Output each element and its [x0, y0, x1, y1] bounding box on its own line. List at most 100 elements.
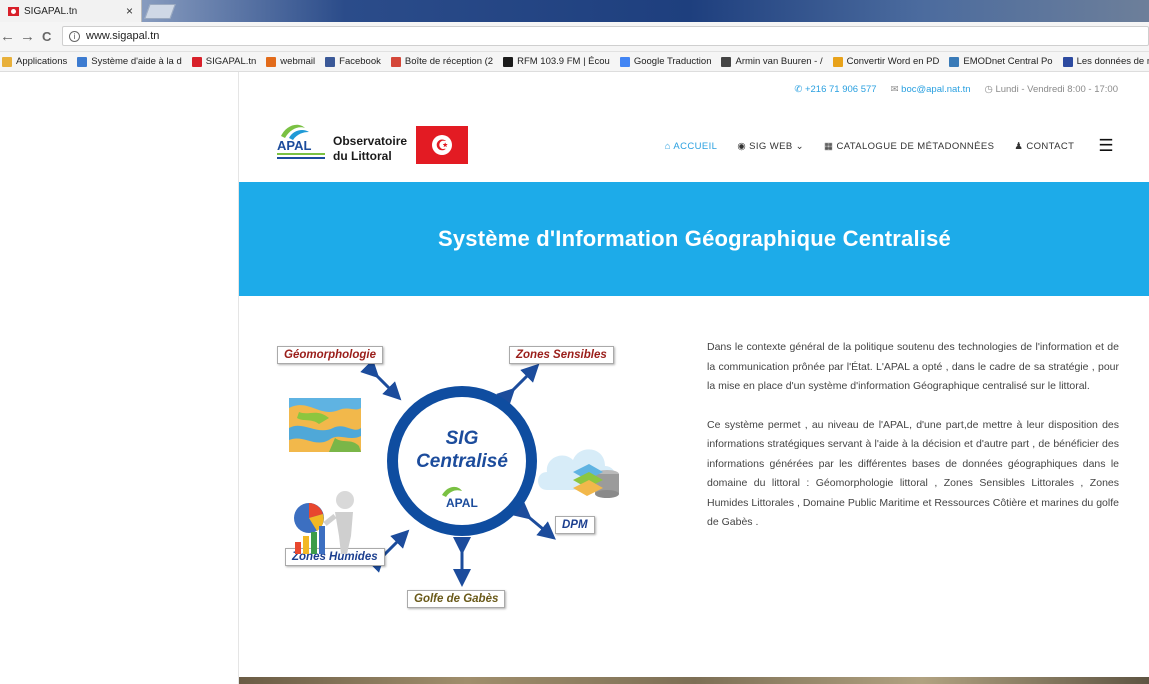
sig-center-line2: Centralisé [416, 451, 508, 472]
mail-icon: ✉ [890, 83, 899, 95]
apal-ring-logo-text: APAL [446, 496, 478, 510]
apal-logo-text: APAL [277, 138, 311, 153]
address-bar[interactable]: i www.sigapal.tn [62, 26, 1149, 46]
bookmark-favicon-icon [832, 56, 843, 67]
opening-hours: Lundi - Vendredi 8:00 - 17:00 [995, 83, 1118, 95]
label-dpm: DPM [555, 516, 595, 534]
bookmark-label: Facebook [339, 56, 381, 67]
intro-text: Dans le contexte général de la politique… [707, 338, 1119, 552]
nav-home[interactable]: ⌂ ACCUEIL [665, 141, 718, 152]
website: ✆ +216 71 906 577 ✉ boc@apal.nat.tn ◷ Lu… [238, 72, 1149, 684]
chart-person-icon [294, 491, 354, 554]
arrow-dpm [512, 501, 556, 540]
address-toolbar: ← → C i www.sigapal.tn [0, 22, 1149, 52]
bookmark-item[interactable]: Système d'aide à la d [77, 56, 182, 67]
label-zones-sensibles: Zones Sensibles [509, 346, 614, 364]
bookmark-label: RFM 103.9 FM | Écou [517, 56, 610, 67]
bookmark-label: Système d'aide à la d [91, 56, 182, 67]
bookmark-item[interactable]: Boîte de réception (2 [390, 56, 494, 67]
bookmark-favicon-icon [619, 56, 630, 67]
tab-strip: SIGAPAL.tn × [0, 0, 1149, 22]
main-nav: ⌂ ACCUEIL ◉ SIG WEB ⌄ ▦ CATALOGUE DE MÉT… [665, 136, 1114, 156]
bookmark-item[interactable]: Facebook [325, 56, 381, 67]
bookmark-favicon-icon [390, 56, 401, 67]
globe-icon: ◉ [737, 140, 747, 152]
nav-contact[interactable]: ♟ CONTACT [1014, 141, 1074, 152]
hamburger-menu-icon[interactable]: ☰ [1098, 136, 1114, 156]
cloud-database-icon [538, 449, 619, 498]
bookmark-favicon-icon [191, 56, 202, 67]
email-address: boc@apal.nat.tn [901, 83, 971, 95]
bookmark-favicon-icon [503, 56, 514, 67]
paragraph-2: Ce système permet , au niveau de l'APAL,… [707, 418, 1119, 529]
apal-ring-logo: APAL [442, 486, 478, 510]
url-text: www.sigapal.tn [86, 30, 160, 42]
bookmark-favicon-icon [266, 56, 277, 67]
bookmark-item[interactable]: EMODnet Central Po [949, 56, 1053, 67]
chevron-down-icon: ⌄ [795, 140, 804, 152]
forward-icon[interactable]: → [20, 28, 35, 45]
bookmark-favicon-icon [949, 56, 960, 67]
book-icon: ▦ [824, 140, 834, 152]
apal-logo[interactable]: APAL [275, 122, 327, 162]
bookmark-item[interactable]: Armin van Buuren - / [721, 56, 823, 67]
site-header: APAL Observatoire du Littoral ☪ ⌂ ACCUEI… [239, 106, 1149, 182]
nav-catalogue-label: CATALOGUE DE MÉTADONNÉES [836, 140, 995, 152]
bookmark-label: Google Traduction [633, 56, 712, 67]
bookmark-item[interactable]: Applications [2, 56, 67, 67]
nav-catalogue[interactable]: ▦ CATALOGUE DE MÉTADONNÉES [824, 141, 994, 152]
phone-number: +216 71 906 577 [804, 83, 877, 95]
contact-topbar: ✆ +216 71 906 577 ✉ boc@apal.nat.tn ◷ Lu… [239, 72, 1149, 106]
email-info[interactable]: ✉ boc@apal.nat.tn [891, 84, 971, 95]
bookmark-label: Armin van Buuren - / [735, 56, 823, 67]
reload-icon[interactable]: C [42, 29, 51, 44]
main-content: Géomorphologie Zones Sensibles DPM Zones… [239, 296, 1149, 684]
bookmark-item[interactable]: Google Traduction [619, 56, 712, 67]
nav-home-label: ACCUEIL [673, 140, 718, 152]
hero-banner: Système d'Information Géographique Centr… [239, 182, 1149, 296]
arrow-zones-sensibles [496, 363, 540, 407]
paragraph-1: Dans le contexte général de la politique… [707, 341, 1119, 392]
phone-info[interactable]: ✆ +216 71 906 577 [794, 84, 876, 95]
sig-diagram: Géomorphologie Zones Sensibles DPM Zones… [269, 342, 619, 622]
bookmark-label: Les données de mes [1076, 56, 1149, 67]
bookmark-favicon-icon [1062, 56, 1073, 67]
new-tab-button[interactable] [144, 4, 176, 19]
bookmark-label: Convertir Word en PD [846, 56, 940, 67]
site-name[interactable]: Observatoire du Littoral [333, 134, 407, 164]
bookmark-item[interactable]: webmail [266, 56, 315, 67]
label-geomorphologie: Géomorphologie [277, 346, 383, 364]
bookmark-favicon-icon [721, 56, 732, 67]
bookmark-label: Applications [16, 56, 68, 67]
bookmark-favicon-icon [2, 56, 12, 67]
sig-center-line1: SIG [445, 428, 479, 449]
sig-centralise-ring: SIG Centralisé APAL [387, 386, 537, 536]
browser-tab[interactable]: SIGAPAL.tn × [0, 0, 142, 22]
site-name-line1: Observatoire [333, 134, 408, 148]
bookmark-item[interactable]: SIGAPAL.tn [191, 56, 257, 67]
label-golfe-gabes: Golfe de Gabès [407, 590, 506, 608]
tab-title: SIGAPAL.tn [24, 5, 78, 17]
bookmark-favicon-icon [325, 56, 336, 67]
clock-icon: ◷ [984, 83, 993, 95]
back-icon[interactable]: ← [0, 28, 15, 45]
bookmark-item[interactable]: Les données de mes [1062, 56, 1149, 67]
bookmark-favicon-icon [77, 56, 88, 67]
user-icon: ♟ [1014, 140, 1024, 152]
bookmark-label: SIGAPAL.tn [205, 56, 257, 67]
tunisia-flag-icon: ☪ [416, 126, 468, 164]
hours-info: ◷ Lundi - Vendredi 8:00 - 17:00 [985, 84, 1118, 95]
sig-center-title: SIG Centralisé [398, 427, 526, 473]
bookmark-label: EMODnet Central Po [963, 56, 1053, 67]
bookmark-item[interactable]: Convertir Word en PD [832, 56, 940, 67]
nav-sig-web[interactable]: ◉ SIG WEB ⌄ [737, 141, 804, 152]
site-info-icon[interactable]: i [69, 30, 80, 42]
banner-title: Système d'Information Géographique Centr… [437, 226, 951, 251]
bookmark-label: webmail [280, 56, 316, 67]
tab-close-icon[interactable]: × [126, 4, 133, 18]
arrow-geomorphologie [360, 359, 402, 401]
home-icon: ⌂ [664, 140, 671, 152]
bookmark-item[interactable]: RFM 103.9 FM | Écou [503, 56, 610, 67]
bookmark-label: Boîte de réception (2 [404, 56, 494, 67]
site-name-line2: du Littoral [333, 149, 392, 163]
